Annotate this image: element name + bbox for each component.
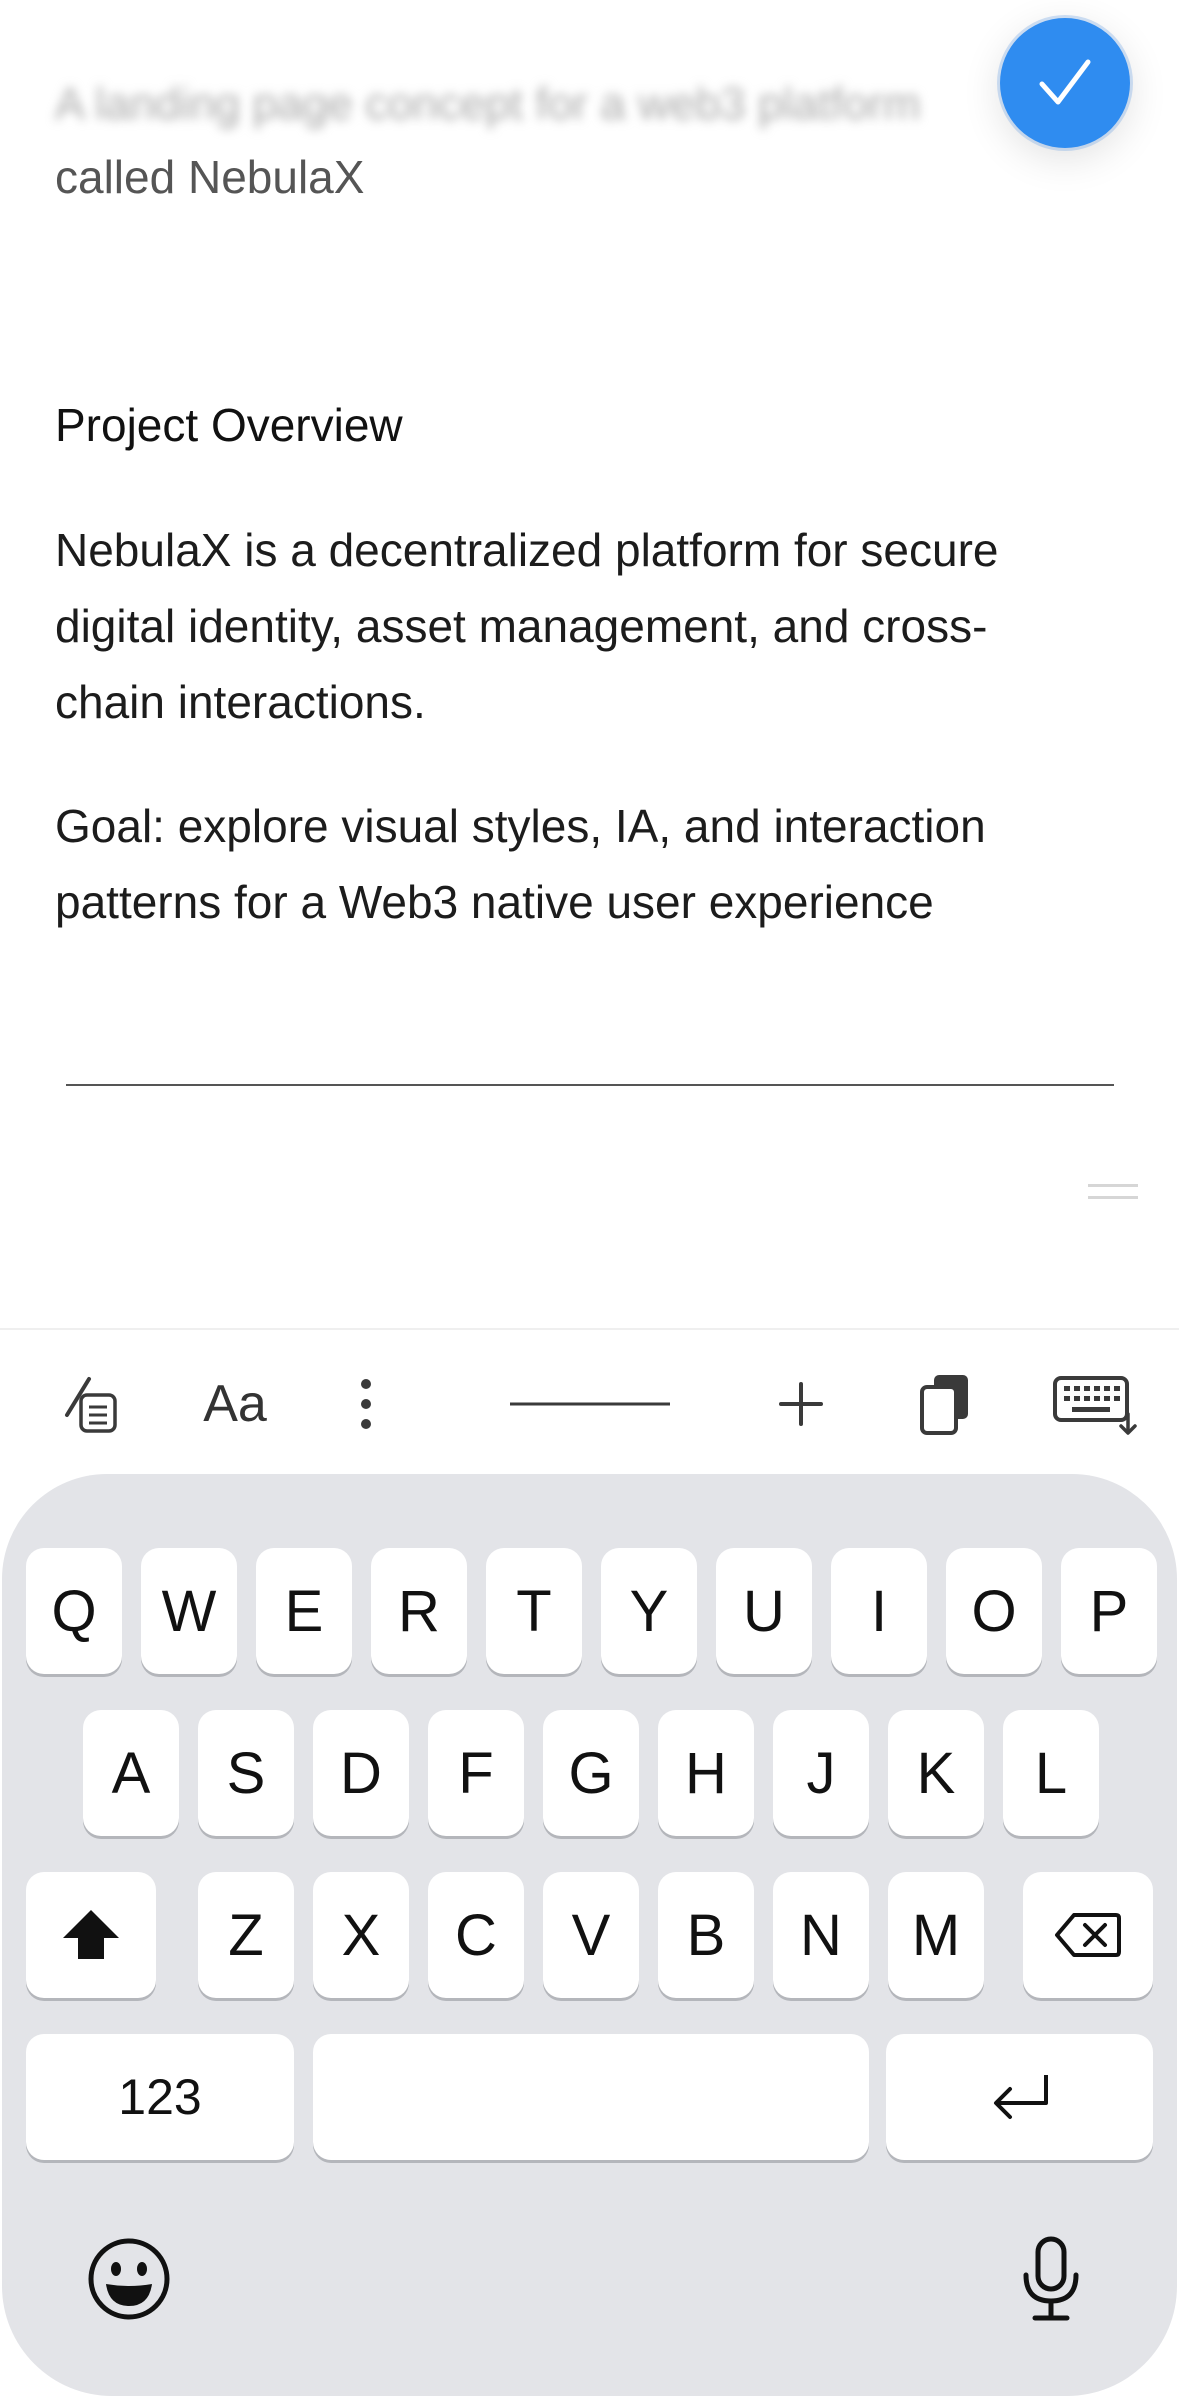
key-o[interactable]: O <box>946 1548 1042 1674</box>
key-b[interactable]: B <box>658 1872 754 1998</box>
formatting-toolbar: Aa <box>0 1328 1179 1478</box>
emoji-icon <box>88 2238 170 2320</box>
key-c[interactable]: C <box>428 1872 524 1998</box>
delete-icon <box>1055 1913 1121 1957</box>
key-u[interactable]: U <box>716 1548 812 1674</box>
keyboard: Q W E R T Y U I O P A S D F G H J K L Z … <box>2 1474 1177 2396</box>
key-l[interactable]: L <box>1003 1710 1099 1836</box>
note-title-line-1[interactable]: A landing page concept for a web3 platfo… <box>55 78 1055 130</box>
done-button[interactable] <box>1000 18 1130 148</box>
key-j[interactable]: J <box>773 1710 869 1836</box>
key-n[interactable]: N <box>773 1872 869 1998</box>
key-f[interactable]: F <box>428 1710 524 1836</box>
return-key[interactable] <box>886 2034 1153 2160</box>
divider-line-icon <box>510 1402 670 1406</box>
checklist-style-button[interactable] <box>52 1330 132 1478</box>
section-heading[interactable]: Project Overview <box>55 398 403 452</box>
checklist-style-icon <box>65 1377 117 1433</box>
key-q[interactable]: Q <box>26 1548 122 1674</box>
key-d[interactable]: D <box>313 1710 409 1836</box>
clipboard-icon <box>920 1375 968 1435</box>
checkmark-icon <box>1039 59 1091 105</box>
key-s[interactable]: S <box>198 1710 294 1836</box>
paragraph-goal[interactable]: Goal: explore visual styles, IA, and int… <box>55 788 1075 940</box>
notes-editor-screen: A landing page concept for a web3 platfo… <box>0 0 1179 2396</box>
space-key[interactable] <box>313 2034 869 2160</box>
paragraph-overview[interactable]: NebulaX is a decentralized platform for … <box>55 512 1075 740</box>
key-e[interactable]: E <box>256 1548 352 1674</box>
keyboard-dismiss-button[interactable] <box>1052 1330 1140 1478</box>
horizontal-divider <box>66 1084 1114 1086</box>
key-i[interactable]: I <box>831 1548 927 1674</box>
microphone-icon <box>1023 2236 1079 2321</box>
return-icon <box>993 2075 1048 2119</box>
shift-icon <box>63 1910 119 1959</box>
more-button[interactable] <box>340 1330 392 1478</box>
add-button[interactable] <box>770 1330 832 1478</box>
key-m[interactable]: M <box>888 1872 984 1998</box>
key-w[interactable]: W <box>141 1548 237 1674</box>
plus-icon <box>779 1382 823 1426</box>
key-h[interactable]: H <box>658 1710 754 1836</box>
emoji-button[interactable] <box>80 2230 178 2328</box>
key-v[interactable]: V <box>543 1872 639 1998</box>
more-icon <box>361 1379 371 1429</box>
drag-handle-icon[interactable] <box>1088 1184 1138 1212</box>
numbers-key[interactable]: 123 <box>26 2034 294 2160</box>
key-z[interactable]: Z <box>198 1872 294 1998</box>
key-g[interactable]: G <box>543 1710 639 1836</box>
delete-key[interactable] <box>1023 1872 1153 1998</box>
key-a[interactable]: A <box>83 1710 179 1836</box>
key-t[interactable]: T <box>486 1548 582 1674</box>
keyboard-dismiss-icon <box>1053 1376 1137 1435</box>
dictation-button[interactable] <box>1006 2230 1096 2328</box>
insert-divider-button[interactable] <box>508 1330 672 1478</box>
key-y[interactable]: Y <box>601 1548 697 1674</box>
clipboard-button[interactable] <box>912 1330 978 1478</box>
note-title-line-2[interactable]: called NebulaX <box>55 150 364 204</box>
key-r[interactable]: R <box>371 1548 467 1674</box>
key-p[interactable]: P <box>1061 1548 1157 1674</box>
key-x[interactable]: X <box>313 1872 409 1998</box>
text-format-button[interactable]: Aa <box>190 1330 280 1478</box>
shift-key[interactable] <box>26 1872 156 1998</box>
key-k[interactable]: K <box>888 1710 984 1836</box>
